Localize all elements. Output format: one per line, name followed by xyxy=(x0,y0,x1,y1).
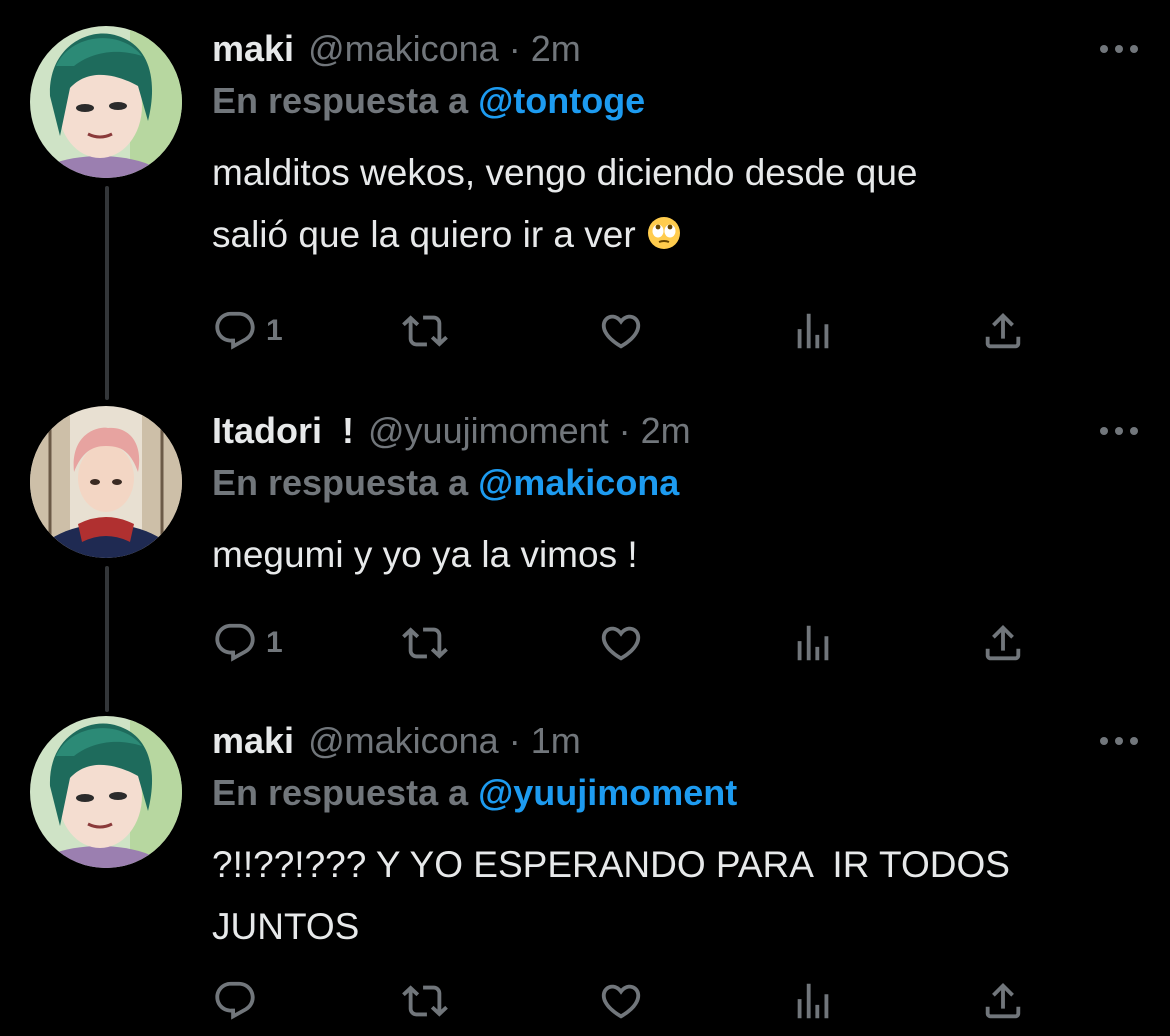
timestamp[interactable]: 1m xyxy=(531,720,581,762)
separator-dot: · xyxy=(618,410,631,451)
tweet-thread: maki @makicona · 2m En respuesta a @tont… xyxy=(0,0,1170,1036)
more-options-icon[interactable] xyxy=(1096,421,1142,441)
share-icon xyxy=(980,620,1026,666)
like-icon xyxy=(598,308,644,354)
reply-context: En respuesta a @tontoge xyxy=(212,80,645,122)
tweet-header: Itadori ! @yuujimoment · 2m xyxy=(212,408,691,454)
reply-icon xyxy=(212,620,258,666)
tweet[interactable]: maki @makicona · 2m En respuesta a @tont… xyxy=(0,0,1170,380)
tweet-text: ?!!??!??? Y YO ESPERANDO PARA IR TODOS J… xyxy=(212,844,1010,947)
maki-avatar[interactable] xyxy=(30,26,182,178)
like-button[interactable] xyxy=(598,976,644,1026)
separator-dot: · xyxy=(508,720,521,761)
retweet-button[interactable] xyxy=(402,976,448,1026)
analytics-icon xyxy=(790,620,836,666)
share-icon xyxy=(980,978,1026,1024)
itadori-avatar[interactable] xyxy=(30,406,182,558)
reply-count: 1 xyxy=(266,626,283,659)
like-icon xyxy=(598,978,644,1024)
analytics-button[interactable] xyxy=(790,618,836,668)
retweet-icon xyxy=(402,308,448,354)
like-icon xyxy=(598,620,644,666)
tweet-text: megumi y yo ya la vimos ! xyxy=(212,534,638,575)
maki-avatar[interactable] xyxy=(30,716,182,868)
reply-mention[interactable]: @makicona xyxy=(478,462,679,503)
face-with-rolling-eyes-emoji xyxy=(647,217,680,249)
reply-mention[interactable]: @tontoge xyxy=(478,80,645,121)
reply-button[interactable]: 1 xyxy=(212,306,283,356)
user-handle[interactable]: @yuujimoment xyxy=(368,410,609,452)
share-icon xyxy=(980,308,1026,354)
share-button[interactable] xyxy=(980,618,1026,668)
tweet-header: maki @makicona · 2m xyxy=(212,26,581,72)
reply-button[interactable] xyxy=(212,976,266,1026)
display-name[interactable]: maki xyxy=(212,28,294,70)
timestamp[interactable]: 2m xyxy=(531,28,581,70)
tweet[interactable]: Itadori ! @yuujimoment · 2m En respuesta… xyxy=(0,380,1170,710)
share-button[interactable] xyxy=(980,976,1026,1026)
reply-count: 1 xyxy=(266,314,283,347)
analytics-icon xyxy=(790,978,836,1024)
display-name[interactable]: Itadori ! xyxy=(212,410,354,452)
tweet-actions: 1 xyxy=(212,618,1062,668)
retweet-icon xyxy=(402,978,448,1024)
tweet-actions xyxy=(212,976,1062,1026)
more-options-icon[interactable] xyxy=(1096,731,1142,751)
user-handle[interactable]: @makicona xyxy=(308,720,499,762)
reply-prefix: En respuesta a xyxy=(212,462,469,503)
analytics-button[interactable] xyxy=(790,306,836,356)
share-button[interactable] xyxy=(980,306,1026,356)
display-name[interactable]: maki xyxy=(212,720,294,762)
separator-dot: · xyxy=(508,28,521,69)
tweet-body: malditos wekos, vengo diciendo desde que… xyxy=(212,152,918,255)
retweet-button[interactable] xyxy=(402,618,448,668)
reply-context: En respuesta a @yuujimoment xyxy=(212,772,737,814)
tweet-text: malditos wekos, vengo diciendo desde que… xyxy=(212,142,1132,266)
like-button[interactable] xyxy=(598,618,644,668)
reply-mention[interactable]: @yuujimoment xyxy=(478,772,737,813)
tweet-actions: 1 xyxy=(212,306,1062,356)
reply-context: En respuesta a @makicona xyxy=(212,462,679,504)
like-button[interactable] xyxy=(598,306,644,356)
reply-button[interactable]: 1 xyxy=(212,618,283,668)
retweet-button[interactable] xyxy=(402,306,448,356)
reply-prefix: En respuesta a xyxy=(212,80,469,121)
timestamp[interactable]: 2m xyxy=(641,410,691,452)
tweet[interactable]: maki @makicona · 1m En respuesta a @yuuj… xyxy=(0,690,1170,1036)
more-options-icon[interactable] xyxy=(1096,39,1142,59)
retweet-icon xyxy=(402,620,448,666)
user-handle[interactable]: @makicona xyxy=(308,28,499,70)
reply-prefix: En respuesta a xyxy=(212,772,469,813)
tweet-header: maki @makicona · 1m xyxy=(212,718,581,764)
reply-icon xyxy=(212,308,258,354)
analytics-icon xyxy=(790,308,836,354)
reply-icon xyxy=(212,978,258,1024)
analytics-button[interactable] xyxy=(790,976,836,1026)
